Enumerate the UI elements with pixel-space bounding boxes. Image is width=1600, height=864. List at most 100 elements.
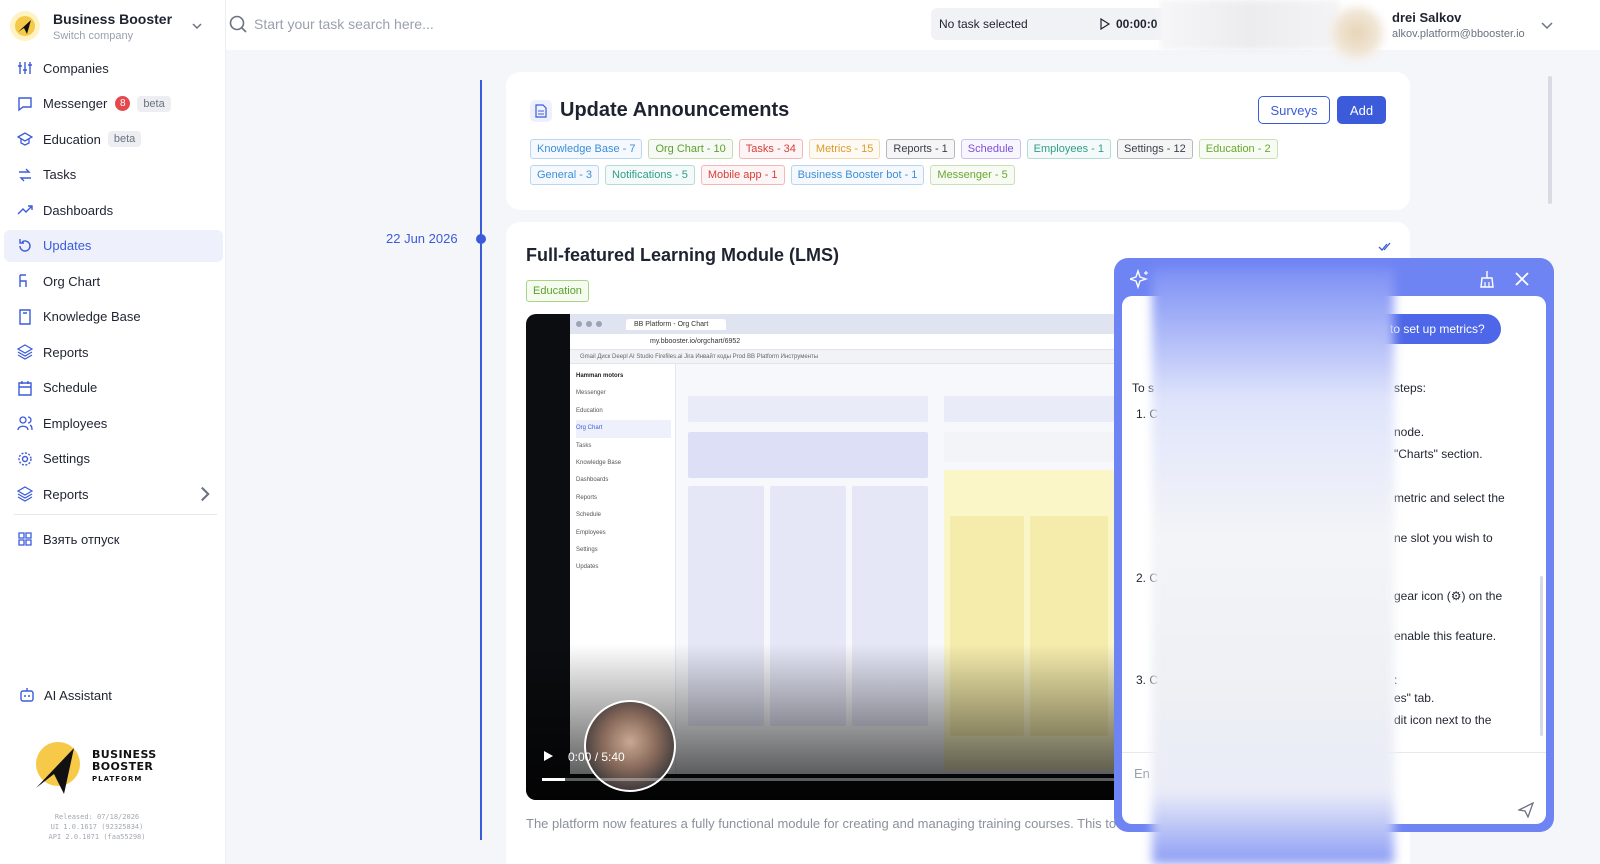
sidebar-item-tasks[interactable]: Tasks [4,159,223,191]
robot-icon [20,688,34,702]
category-chip[interactable]: Employees - 1 [1026,139,1111,159]
company-logo-icon [10,11,40,41]
sidebar-item-reports[interactable]: Reports [4,478,223,510]
send-icon[interactable] [1518,802,1534,818]
video-bookmarks: Gmail Диск Deepl AI Studio Firefiles.ai … [570,350,1126,364]
category-chip[interactable]: Notifications - 5 [605,165,695,185]
category-chip[interactable]: Knowledge Base - 7 [530,139,643,159]
sidebar-item-org-chart[interactable]: Org Chart [4,265,223,297]
category-chip[interactable]: Org Chart - 10 [648,139,733,159]
category-chip[interactable]: Metrics - 15 [808,139,881,159]
sidebar-item-label: Knowledge Base [43,309,141,324]
document-icon [530,99,552,122]
video-nav-item: Org Chart [576,420,671,438]
broom-icon[interactable] [1478,270,1496,288]
search-input[interactable] [254,16,654,32]
sidebar-item-employees[interactable]: Employees [4,407,223,439]
close-icon[interactable] [1514,271,1530,287]
release-info: Released: 07/18/2026 UI 1.0.1617 (923258… [0,812,194,842]
play-icon[interactable] [542,750,554,762]
category-chip[interactable]: Tasks - 34 [738,139,803,159]
answer-text-line: To s [1132,381,1155,395]
sidebar-item-updates[interactable]: Updates [4,229,223,262]
category-chip[interactable]: General - 3 [530,165,600,185]
answer-text-line: ne slot you wish to [1394,531,1493,545]
api-version: API 2.0.1071 (faa55298) [48,833,146,841]
task-timer[interactable]: 00:00:0 [1099,8,1157,40]
play-icon[interactable] [1099,18,1111,30]
sidebar-item-messenger[interactable]: Messenger 8 beta [4,88,223,120]
company-name: Business Booster [53,10,173,27]
category-chip[interactable]: Schedule [960,139,1021,159]
sidebar-item-dashboards[interactable]: Dashboards [4,194,223,226]
category-chip[interactable]: Mobile app - 1 [700,165,785,185]
sidebar-item-label: Education [43,131,101,147]
sidebar-item-education[interactable]: Education beta [4,123,223,155]
release-date: Released: 07/18/2026 [54,813,140,821]
employees-icon [17,416,33,431]
video-nav-item: Reports [576,494,598,501]
video-company: Hamman motors [576,373,624,379]
answer-text-line: enable this feature. [1394,629,1497,643]
sidebar-item-label: Companies [43,60,109,76]
chevron-down-icon[interactable] [190,19,204,33]
unread-count-badge: 8 [115,96,131,111]
video-browser-url: my.bbooster.io/orgchart/6952 [570,334,1126,350]
sidebar-item-knowledge-base[interactable]: Knowledge Base [4,301,223,333]
reports-icon [17,344,33,360]
reports-icon [17,486,33,502]
company-switcher[interactable]: Business Booster Switch company [10,6,216,46]
video-player[interactable]: BB Platform - Org Chart my.bbooster.io/o… [526,314,1126,800]
update-description: The platform now features a fully functi… [526,816,1126,831]
sidebar-item-label: Tasks [43,167,77,182]
answer-text-line: : [1394,673,1398,687]
user-name[interactable]: drei Salkov [1392,10,1461,25]
sidebar-item-companies[interactable]: Companies [4,52,223,84]
sidebar-item-label: Dashboards [43,202,114,218]
companies-icon [18,62,32,74]
sidebar-item-взять-отпуск[interactable]: Взять отпуск [4,523,223,555]
answer-text-line: dit icon next to the [1394,713,1492,727]
update-category-tag[interactable]: Education [526,280,589,302]
chevron-down-icon[interactable] [1540,18,1554,32]
answer-text-line: gear icon (⚙) on the [1394,589,1503,603]
messenger-icon [18,96,32,111]
ui-version: UI 1.0.1617 (92325834) [50,823,144,831]
video-progress-bar[interactable] [542,778,1122,781]
org-chart-icon [19,274,27,287]
education-icon [17,132,33,146]
sidebar-item-schedule[interactable]: Schedule [4,372,223,404]
chevron-right-icon[interactable] [197,486,213,502]
sidebar: Business Booster Switch company Companie… [0,0,226,864]
category-chip[interactable]: Settings - 12 [1116,139,1193,159]
sidebar-item-label: Employees [43,415,108,431]
category-chip[interactable]: Education - 2 [1198,139,1278,159]
sidebar-item-label: Updates [43,238,92,253]
blurred-region [1152,268,1394,864]
video-nav-item: Knowledge Base [576,459,622,466]
chat-scrollbar[interactable] [1540,576,1543,736]
sidebar-item-reports[interactable]: Reports [4,336,223,368]
sidebar-item-label: Взять отпуск [43,531,120,547]
timeline-line [480,80,482,840]
video-nav-item: Education [576,407,603,414]
answer-text-line: steps: [1394,381,1427,395]
avatar[interactable] [1330,6,1384,60]
category-chip[interactable]: Business Booster bot - 1 [790,165,925,185]
sidebar-item-label: Reports [43,486,89,502]
video-progress-fill [542,778,566,781]
category-chip[interactable]: Messenger - 5 [930,165,1015,185]
user-email: alkov.platform@bbooster.io [1392,28,1525,40]
surveys-button[interactable]: Surveys [1258,96,1330,124]
schedule-icon [18,380,32,396]
ai-assistant-button[interactable]: AI Assistant [18,686,112,704]
dashboards-icon [17,205,33,215]
add-button[interactable]: Add [1337,96,1386,124]
switch-company-label: Switch company [53,29,134,42]
timeline-date: 22 Jun 2026 [386,231,458,246]
category-chip[interactable]: Reports - 1 [886,139,955,159]
page-scrollbar[interactable] [1548,76,1552,204]
sidebar-item-settings[interactable]: Settings [4,443,223,475]
video-nav-item: Updates [576,564,599,571]
task-search [228,14,654,34]
